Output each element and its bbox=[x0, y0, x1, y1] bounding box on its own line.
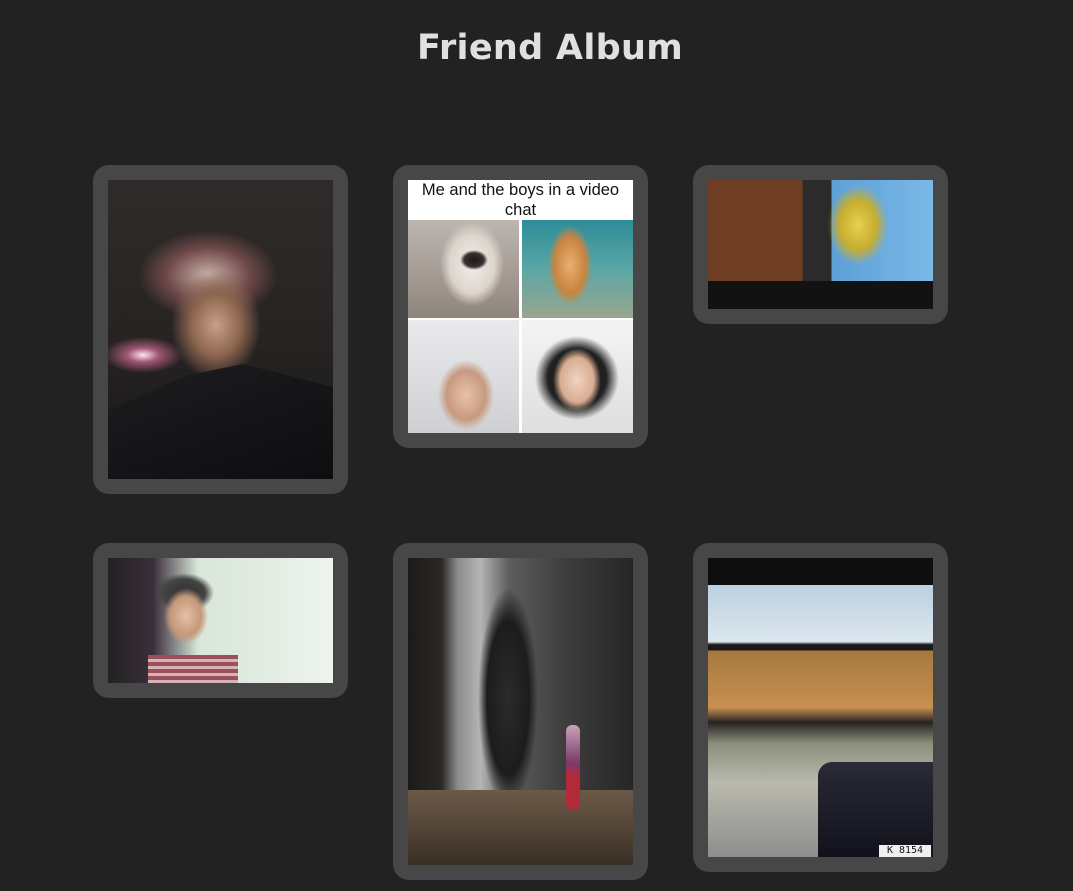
photo-card[interactable] bbox=[93, 165, 348, 494]
photo-detail bbox=[408, 790, 633, 865]
photo-meme[interactable]: Me and the boys in a video chat bbox=[408, 180, 633, 433]
photo-selfie[interactable] bbox=[108, 180, 333, 479]
photo-webcam[interactable] bbox=[108, 558, 333, 683]
meme-caption: Me and the boys in a video chat bbox=[421, 181, 620, 219]
photo-card[interactable]: Me and the boys in a video chat bbox=[393, 165, 648, 448]
photo-detail bbox=[566, 725, 580, 810]
meme-grid bbox=[408, 220, 633, 433]
photo-car-interior[interactable]: K 8154 bbox=[708, 558, 933, 857]
photo-card[interactable] bbox=[693, 165, 948, 324]
photo-card[interactable] bbox=[93, 543, 348, 698]
photo-detail bbox=[818, 762, 933, 857]
meme-cell-headset-man bbox=[522, 320, 633, 433]
license-plate: K 8154 bbox=[879, 845, 931, 857]
photo-detail bbox=[108, 364, 333, 479]
photo-detail bbox=[148, 655, 238, 683]
photo-detail bbox=[708, 281, 933, 309]
meme-cell-fish bbox=[522, 220, 633, 318]
photo-card[interactable]: K 8154 bbox=[693, 543, 948, 872]
photo-card[interactable] bbox=[393, 543, 648, 880]
album-page: Friend Album Me and the boys in a video … bbox=[0, 0, 1073, 891]
meme-cell-dog bbox=[408, 220, 519, 318]
page-title: Friend Album bbox=[417, 28, 683, 68]
meme-cell-kid bbox=[408, 320, 519, 433]
photo-dark-hall[interactable] bbox=[408, 558, 633, 865]
photo-room[interactable] bbox=[708, 180, 933, 309]
